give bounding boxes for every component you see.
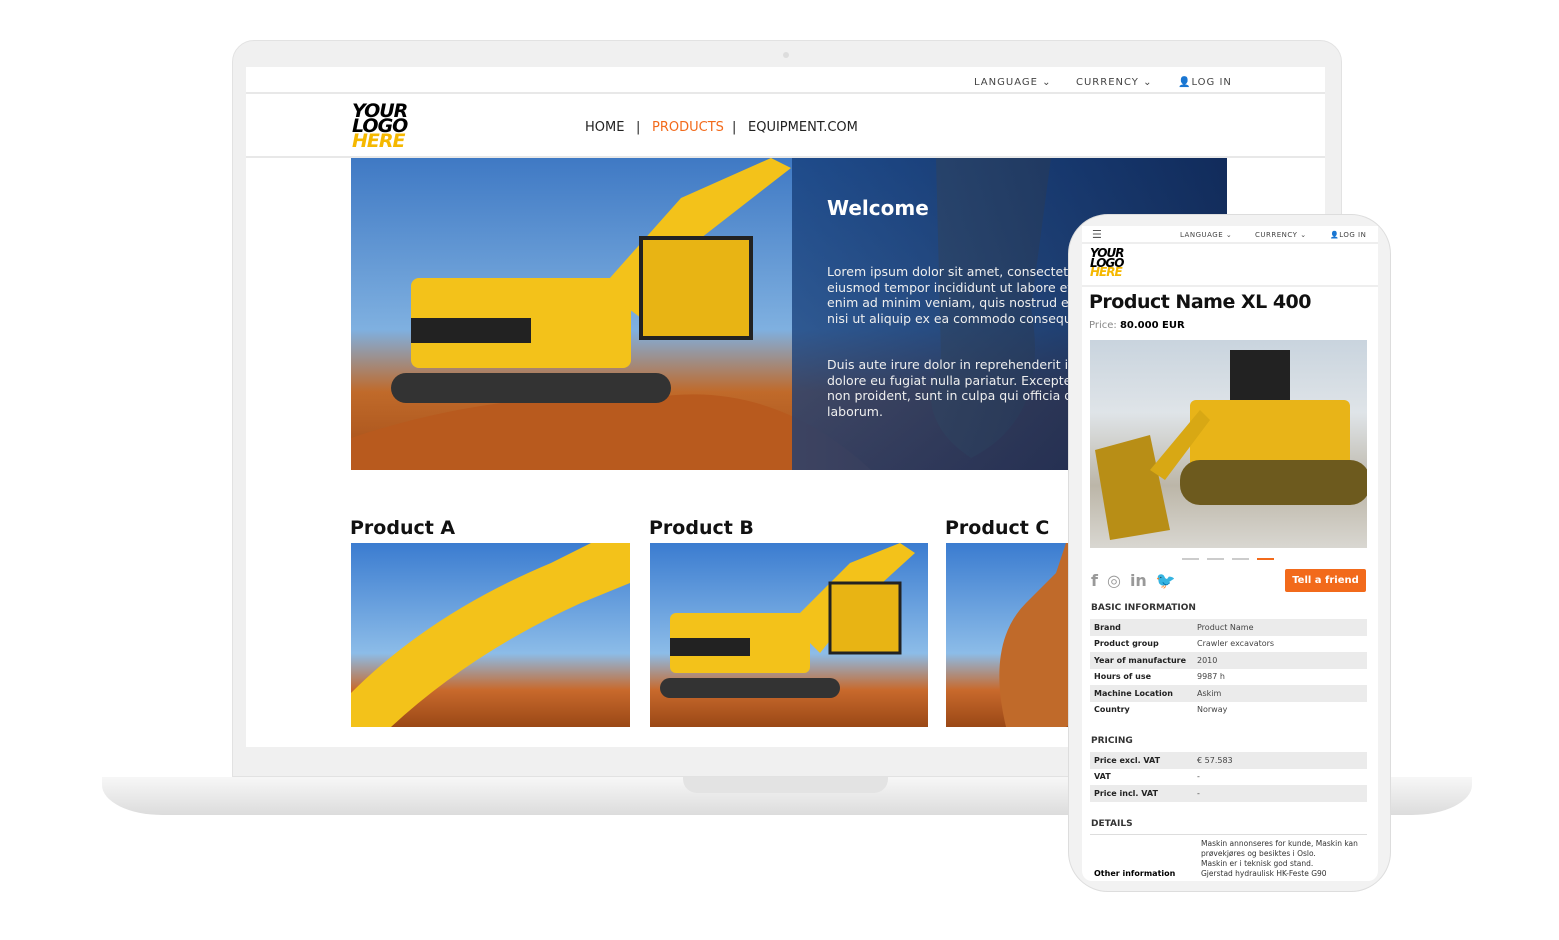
- nav-home[interactable]: HOME: [585, 120, 624, 135]
- twitter-icon[interactable]: 🐦: [1156, 571, 1176, 590]
- row-value: Crawler excavators: [1197, 639, 1275, 649]
- row-label: Country: [1094, 705, 1130, 715]
- laptop-notch: [683, 777, 888, 793]
- table-row: Brand Product Name: [1090, 619, 1367, 636]
- table-row: Hours of use 9987 h: [1090, 669, 1367, 686]
- chevron-down-icon: ⌄: [1143, 77, 1153, 88]
- currency-label: CURRENCY: [1076, 77, 1139, 88]
- row-label: Hours of use: [1094, 672, 1152, 682]
- pricing-heading: PRICING: [1091, 736, 1133, 746]
- product-a-image[interactable]: [351, 543, 630, 727]
- product-b-image[interactable]: [650, 543, 928, 727]
- currency-label: CURRENCY: [1255, 231, 1298, 239]
- facebook-icon[interactable]: f: [1091, 571, 1098, 590]
- row-label: Price excl. VAT: [1094, 755, 1161, 765]
- table-row: Machine Location Askim: [1090, 685, 1367, 702]
- nav-separator: |: [732, 120, 737, 135]
- row-label: Year of manufacture: [1094, 655, 1187, 665]
- row-label: Product group: [1094, 639, 1159, 649]
- price-value: 80.000 EUR: [1119, 320, 1185, 331]
- row-value: -: [1197, 788, 1200, 798]
- carousel-dot[interactable]: [1182, 558, 1199, 560]
- table-row: Price incl. VAT -: [1090, 785, 1367, 802]
- price: Price: 80.000 EUR: [1089, 320, 1185, 331]
- carousel-indicators: [1182, 558, 1274, 560]
- row-value: 9987 h: [1197, 672, 1225, 682]
- row-label: Machine Location: [1094, 688, 1173, 698]
- row-value: -: [1197, 772, 1200, 782]
- linkedin-icon[interactable]: in: [1130, 571, 1147, 590]
- row-value: Product Name: [1197, 622, 1254, 632]
- currency-dropdown[interactable]: CURRENCY ⌄: [1076, 77, 1153, 88]
- user-icon: 👤: [1178, 77, 1192, 88]
- carousel-dot-active[interactable]: [1257, 558, 1274, 560]
- login-label: LOG IN: [1191, 77, 1232, 88]
- nav-separator: |: [636, 120, 641, 135]
- row-label: Price incl. VAT: [1094, 788, 1158, 798]
- welcome-title: Welcome: [827, 196, 929, 220]
- logo[interactable]: YOUR LOGO HERE: [1090, 247, 1124, 280]
- top-bar: LANGUAGE ⌄ CURRENCY ⌄ 👤LOG IN: [246, 67, 1325, 94]
- product-a-title[interactable]: Product A: [350, 517, 455, 539]
- nav-equipment[interactable]: EQUIPMENT.COM: [748, 120, 858, 135]
- row-label: VAT: [1094, 772, 1111, 782]
- table-row: Year of manufacture 2010: [1090, 652, 1367, 669]
- laptop-camera: [783, 52, 789, 58]
- login-link[interactable]: 👤LOG IN: [1178, 77, 1232, 88]
- chevron-down-icon: ⌄: [1042, 77, 1052, 88]
- tell-a-friend-button[interactable]: Tell a friend: [1285, 569, 1366, 592]
- language-label: LANGUAGE: [974, 77, 1038, 88]
- row-value: Askim: [1197, 688, 1222, 698]
- table-row: Price excl. VAT € 57.583: [1090, 752, 1367, 769]
- chevron-down-icon: ⌄: [1225, 231, 1233, 239]
- row-value: Norway: [1197, 705, 1228, 715]
- language-dropdown[interactable]: LANGUAGE ⌄: [1180, 231, 1232, 239]
- hamburger-menu-icon[interactable]: ☰: [1092, 228, 1102, 241]
- logo[interactable]: YOUR LOGO HERE: [352, 101, 408, 153]
- carousel-dot[interactable]: [1232, 558, 1249, 560]
- detail-line: Maskin annonseres for kunde, Maskin kan: [1201, 839, 1358, 848]
- row-label: Brand: [1094, 622, 1121, 632]
- mobile-site: ☰ LANGUAGE ⌄ CURRENCY ⌄ 👤LOG IN YOUR LOG…: [1082, 226, 1378, 881]
- logo-line: HERE: [352, 130, 406, 153]
- table-row: VAT -: [1090, 769, 1367, 786]
- divider: [1082, 285, 1378, 287]
- user-icon: 👤: [1330, 231, 1340, 239]
- row-value: 2010: [1197, 655, 1218, 665]
- detail-line: Maskin er i teknisk god stand.: [1201, 859, 1314, 868]
- logo-line: HERE: [1090, 265, 1123, 280]
- product-b-title[interactable]: Product B: [649, 517, 754, 539]
- chevron-down-icon: ⌄: [1300, 231, 1307, 239]
- detail-line: Gjerstad hydraulisk HK-Feste G90: [1201, 869, 1327, 878]
- product-title: Product Name XL 400: [1089, 291, 1312, 313]
- carousel-dot[interactable]: [1207, 558, 1224, 560]
- nav-products[interactable]: PRODUCTS: [652, 120, 724, 135]
- mobile-top-bar: ☰ LANGUAGE ⌄ CURRENCY ⌄ 👤LOG IN: [1082, 226, 1378, 244]
- details-heading: DETAILS: [1091, 819, 1133, 829]
- product-image[interactable]: [1090, 340, 1367, 548]
- other-info-label: Other information: [1094, 869, 1176, 878]
- login-label: LOG IN: [1339, 231, 1367, 239]
- details-table: Other information Maskin annonseres for …: [1090, 834, 1367, 878]
- instagram-icon[interactable]: ◎: [1107, 571, 1121, 590]
- basic-info-heading: BASIC INFORMATION: [1091, 603, 1196, 613]
- language-label: LANGUAGE: [1180, 231, 1224, 239]
- currency-dropdown[interactable]: CURRENCY ⌄: [1255, 231, 1307, 239]
- row-value: € 57.583: [1197, 755, 1233, 765]
- table-row: Product group Crawler excavators: [1090, 636, 1367, 653]
- other-info-value: Maskin annonseres for kunde, Maskin kan …: [1201, 839, 1371, 879]
- login-link[interactable]: 👤LOG IN: [1330, 231, 1366, 239]
- table-row: Country Norway: [1090, 702, 1367, 719]
- social-icons: f ◎ in 🐦: [1091, 571, 1176, 590]
- detail-line: prøvekjøres og besiktes i Oslo.: [1201, 849, 1316, 858]
- price-label: Price:: [1089, 320, 1117, 331]
- language-dropdown[interactable]: LANGUAGE ⌄: [974, 77, 1052, 88]
- product-c-title[interactable]: Product C: [945, 517, 1049, 539]
